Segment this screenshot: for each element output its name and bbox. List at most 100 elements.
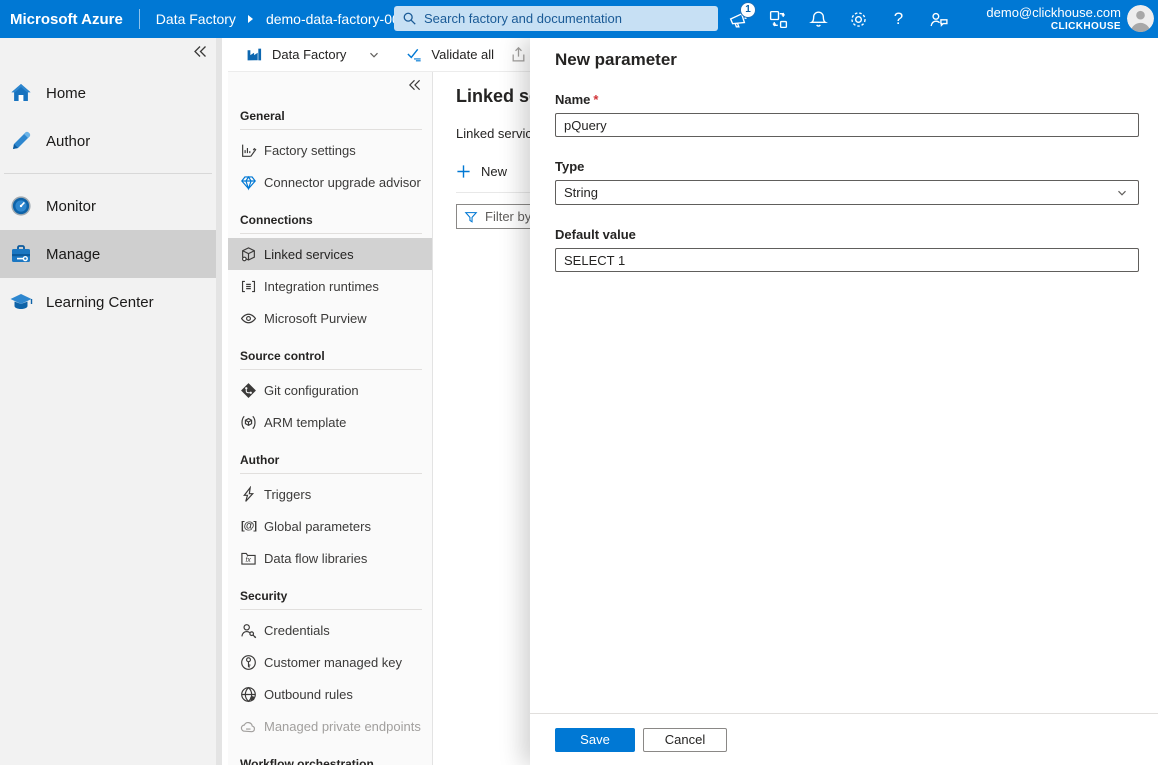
required-asterisk: * — [593, 92, 598, 107]
search-input[interactable] — [424, 11, 710, 26]
megaphone-icon[interactable]: 1 — [727, 8, 750, 31]
sidebar-item-label: Managed private endpoints — [264, 719, 421, 734]
name-label: Name* — [555, 92, 1139, 107]
sidebar-item-global-parameters[interactable]: [@]Global parameters — [228, 510, 432, 542]
section-title: Source control — [228, 348, 403, 364]
section-divider — [240, 473, 422, 474]
collapse-leftnav-button[interactable] — [193, 45, 207, 58]
account-info[interactable]: demo@clickhouse.com CLICKHOUSE — [986, 5, 1121, 34]
manage-nav: General Factory settings Connector upgrade… — [228, 72, 433, 765]
factory-selector-label: Data Factory — [272, 47, 346, 62]
home-icon — [9, 81, 33, 105]
sidebar-item-git-configuration[interactable]: Git configuration — [228, 374, 432, 406]
type-dropdown-value: String — [564, 185, 598, 200]
sidebar-item-integration-runtimes[interactable]: Integration runtimes — [228, 270, 432, 302]
svg-text:fx: fx — [246, 557, 252, 564]
default-value-field[interactable] — [555, 248, 1139, 272]
nav-item-home[interactable]: Home — [0, 69, 216, 117]
section-divider — [240, 369, 422, 370]
name-field[interactable] — [555, 113, 1139, 137]
nav-item-author[interactable]: Author — [0, 117, 216, 165]
section-title: Security — [228, 588, 403, 604]
microsoft-purview-icon — [240, 310, 257, 327]
section-title: General — [228, 108, 403, 124]
sidebar-item-connector-upgrade-advisor[interactable]: Connector upgrade advisor — [228, 166, 432, 198]
data-flow-libraries-icon: fx — [240, 550, 257, 567]
azure-brand[interactable]: Microsoft Azure — [10, 11, 123, 28]
validate-check-icon — [406, 47, 423, 62]
sidebar-item-outbound-rules[interactable]: Outbound rules — [228, 678, 432, 710]
git-configuration-icon — [240, 382, 257, 399]
breadcrumb-instance[interactable]: demo-data-factory-00 — [266, 11, 397, 27]
avatar[interactable] — [1127, 5, 1154, 32]
section-divider — [240, 609, 422, 610]
credentials-icon — [240, 622, 257, 639]
new-parameter-panel: New parameter Name* Type String Default … — [530, 38, 1158, 765]
nav-item-label: Home — [46, 85, 86, 102]
type-label: Type — [555, 159, 1139, 174]
sidebar-item-label: Credentials — [264, 623, 330, 638]
nav-item-learning-center[interactable]: Learning Center — [0, 278, 216, 326]
sidebar-item-label: Factory settings — [264, 143, 356, 158]
filter-funnel-icon — [464, 210, 478, 224]
left-nav: Home Author Monitor Manage Learning Center — [0, 38, 222, 765]
nav-item-monitor[interactable]: Monitor — [0, 182, 216, 230]
breadcrumb-app[interactable]: Data Factory — [156, 11, 236, 27]
sidebar-item-label: Global parameters — [264, 519, 371, 534]
sidebar-item-label: Triggers — [264, 487, 311, 502]
arm-template-icon — [240, 414, 257, 431]
sidebar-item-customer-managed-key[interactable]: Customer managed key — [228, 646, 432, 678]
chevron-down-icon — [1116, 187, 1128, 199]
sidebar-item-label: Outbound rules — [264, 687, 353, 702]
sidebar-item-factory-settings[interactable]: Factory settings — [228, 134, 432, 166]
help-icon[interactable]: ? — [887, 8, 910, 31]
nav-item-label: Monitor — [46, 198, 96, 215]
topbar-icon-group: 1? — [727, 0, 950, 38]
factory-selector[interactable]: Data Factory — [246, 46, 346, 63]
sidebar-item-label: Microsoft Purview — [264, 311, 367, 326]
nav-item-label: Author — [46, 133, 90, 150]
save-button[interactable]: Save — [555, 728, 635, 752]
settings-gear-icon[interactable] — [847, 8, 870, 31]
chevron-down-icon[interactable] — [368, 49, 380, 61]
switch-directory-icon[interactable] — [767, 8, 790, 31]
sidebar-item-microsoft-purview[interactable]: Microsoft Purview — [228, 302, 432, 334]
app-window: Microsoft Azure Data Factory demo-data-f… — [0, 0, 1158, 765]
feedback-icon[interactable] — [927, 8, 950, 31]
notifications-bell-icon[interactable] — [807, 8, 830, 31]
sidebar-item-linked-services[interactable]: Linked services — [228, 238, 432, 270]
manage-icon — [9, 242, 33, 266]
account-tenant: CLICKHOUSE — [986, 21, 1121, 34]
section-title: Workflow orchestration manager — [228, 756, 403, 765]
sidebar-item-data-flow-libraries[interactable]: fxData flow libraries — [228, 542, 432, 574]
connector-upgrade-advisor-icon — [240, 174, 257, 191]
sidebar-item-arm-template[interactable]: ARM template — [228, 406, 432, 438]
panel-title: New parameter — [555, 50, 1139, 70]
nav-item-label: Learning Center — [46, 294, 154, 311]
section-title: Author — [228, 452, 403, 468]
default-value-label: Default value — [555, 227, 1139, 242]
new-button-label: New — [481, 164, 507, 179]
sidebar-item-label: Connector upgrade advisor — [264, 175, 421, 190]
section-divider — [240, 233, 422, 234]
customer-managed-key-icon — [240, 654, 257, 671]
factory-icon — [246, 46, 263, 63]
sidebar-item-label: Integration runtimes — [264, 279, 379, 294]
author-icon — [9, 129, 33, 153]
new-linked-service-button[interactable]: New — [456, 164, 507, 179]
validate-all-button[interactable]: Validate all — [406, 47, 494, 62]
cancel-button[interactable]: Cancel — [643, 728, 727, 752]
section-author: Author Triggers [@]Global parametersfxData… — [228, 452, 432, 574]
sidebar-item-credentials[interactable]: Credentials — [228, 614, 432, 646]
sidebar-item-triggers[interactable]: Triggers — [228, 478, 432, 510]
leftnav-divider — [4, 173, 212, 174]
publish-icon — [510, 46, 527, 63]
nav-item-manage[interactable]: Manage — [0, 230, 216, 278]
section-security: Security Credentials Customer managed key O… — [228, 588, 432, 742]
collapse-manage-nav-button[interactable] — [408, 79, 421, 91]
chevron-right-icon — [247, 14, 255, 24]
type-dropdown[interactable]: String — [555, 180, 1139, 205]
section-divider — [240, 129, 422, 130]
nav-item-label: Manage — [46, 246, 100, 263]
plus-icon — [456, 164, 471, 179]
